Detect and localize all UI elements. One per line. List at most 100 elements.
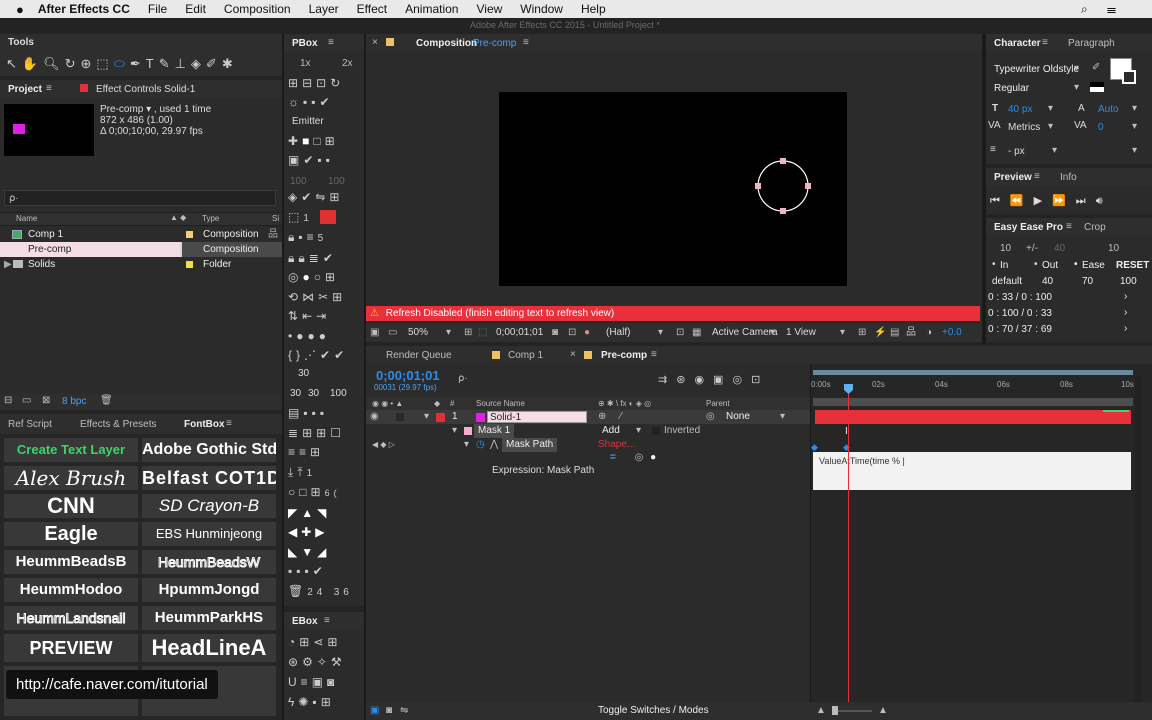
panel-menu-icon[interactable]: ≡ <box>328 37 334 48</box>
pan-behind-tool-icon[interactable]: ⬚ <box>96 56 113 71</box>
time-ruler[interactable]: 0:00s 02s 04s 06s 08s 10s <box>811 376 1151 398</box>
dots-icon[interactable]: ⋰ <box>304 348 320 362</box>
draft-3d-icon[interactable]: ⊛ <box>676 374 694 386</box>
graph-editor-icon[interactable]: ⊡ <box>751 374 769 386</box>
col-size-header[interactable]: Si <box>272 214 279 223</box>
check-icon[interactable]: ✔ <box>313 564 327 578</box>
expression-text-field[interactable]: ValueAtTime(time % | <box>813 452 1131 490</box>
toggle-pixel-icon[interactable]: ⊞ <box>858 324 866 342</box>
work-area-bar[interactable] <box>813 370 1133 375</box>
share-icon[interactable]: ⋖ <box>313 635 327 649</box>
scissors-icon[interactable]: ✂ <box>318 290 332 304</box>
lines-icon[interactable]: ≡ <box>301 675 312 689</box>
delete-icon[interactable]: 🗑︎ <box>100 395 113 406</box>
red-color-swatch[interactable] <box>320 210 337 225</box>
panel-menu-icon[interactable]: ≡ <box>226 418 232 429</box>
frame-blending-icon[interactable]: ▣ <box>713 374 732 386</box>
composition-mini-flowchart-icon[interactable]: ⇉ <box>658 374 676 386</box>
ellipse-tool-icon[interactable]: ⬭ <box>114 56 130 71</box>
ease-preset-row[interactable]: 0 : 100 / 0 : 33 <box>988 308 1052 319</box>
parent-pickwhip-icon[interactable]: ◎ <box>706 410 715 424</box>
motion-blur-icon[interactable]: ◎ <box>732 374 751 386</box>
frame-icon[interactable]: ⬚ <box>288 210 303 224</box>
timeline-scrollbar[interactable] <box>1135 376 1141 706</box>
zoom-out-icon[interactable]: ▲ <box>816 702 826 720</box>
font-tile[interactable]: Alex Brush <box>4 466 138 490</box>
clock-icon[interactable]: ◔ <box>288 635 299 649</box>
link-icon[interactable]: ⊡ <box>316 76 330 90</box>
transparency-grid-icon[interactable]: ▦ <box>692 324 701 342</box>
font-tile[interactable]: Belfast COT1D <box>142 466 276 490</box>
zoom-in-icon[interactable]: ▲ <box>878 702 888 720</box>
expand-arrow-icon[interactable]: ▾ <box>452 424 457 438</box>
lock-icon[interactable]: 🔒︎ <box>298 251 308 265</box>
panel-menu-icon[interactable]: ≡ <box>1034 171 1040 182</box>
dot-icon[interactable]: ▪ <box>298 230 306 244</box>
check-icon[interactable]: ✔ <box>301 190 315 204</box>
label-color-swatch[interactable] <box>436 413 445 422</box>
expression-equals-icon[interactable]: = <box>610 452 616 463</box>
in-radio[interactable]: • <box>992 259 996 270</box>
dot-icon[interactable]: ▪ <box>311 95 319 109</box>
menu-help[interactable]: Help <box>581 2 606 16</box>
font-tile[interactable]: EBS Hunminjeong <box>142 522 276 546</box>
value-30[interactable]: 30 <box>298 368 309 379</box>
dot-icon[interactable]: • <box>288 329 296 343</box>
region-of-interest-icon[interactable]: ⊡ <box>676 324 684 342</box>
tool-icon[interactable]: ⚒ <box>331 655 346 669</box>
gear-icon[interactable]: ⚙ <box>302 655 317 669</box>
current-time-display[interactable]: 0;00;01;01 <box>496 324 543 342</box>
lock-icon[interactable]: 🔒︎ <box>288 251 298 265</box>
white-box-icon[interactable]: ■ <box>302 134 313 148</box>
grid-icon[interactable]: ⊞ <box>321 695 335 709</box>
exposure-icon[interactable]: ◑ <box>926 324 932 342</box>
apple-menu[interactable]: ● <box>16 2 24 17</box>
font-tile[interactable]: HeummBeadsB <box>4 550 138 574</box>
arrow-se-icon[interactable]: ◢ <box>317 545 330 559</box>
flowchart-icon[interactable]: 品 <box>268 227 278 242</box>
swap-icon[interactable]: ⇅ <box>288 309 302 323</box>
arrow-up-icon[interactable]: ▲ <box>301 506 317 520</box>
layers-icon[interactable]: ◈ <box>288 190 301 204</box>
next-frame-icon[interactable]: ⏩ <box>1052 195 1076 207</box>
tab-effects-presets[interactable]: Effects & Presets <box>80 419 157 430</box>
value-30[interactable]: 30 <box>308 388 319 399</box>
ease-radio[interactable]: • <box>1074 259 1078 270</box>
leading-value[interactable]: Auto <box>1098 104 1119 115</box>
interpret-footage-icon[interactable]: ⊟ <box>4 395 12 406</box>
font-tile[interactable]: HeadLineA <box>142 634 276 662</box>
tab-preview[interactable]: Preview <box>994 172 1032 183</box>
tracking-value[interactable]: 0 <box>1098 122 1104 133</box>
lines-icon[interactable]: ≡ <box>299 445 310 459</box>
dot-icon[interactable]: ▪ <box>312 406 320 420</box>
play-icon[interactable]: ▶ <box>1034 195 1052 207</box>
channel-icon[interactable]: ● <box>584 324 590 342</box>
layers-icon[interactable]: ▤ <box>288 406 303 420</box>
bpc-button[interactable]: 8 bpc <box>62 396 86 407</box>
layer-name-field[interactable]: Solid-1 <box>487 411 587 423</box>
download-icon[interactable]: ⤓ <box>288 465 297 479</box>
arrow-right-icon[interactable]: ▶ <box>315 525 328 539</box>
lines-icon[interactable]: ≡ <box>307 230 318 244</box>
plus-icon[interactable]: ✚ <box>288 134 302 148</box>
grid-icon[interactable]: ⊞ <box>327 635 341 649</box>
value-100[interactable]: 100 <box>330 388 347 399</box>
timeline-current-time[interactable]: 0;00;01;01 <box>376 368 440 383</box>
circle-outline-icon[interactable]: ○ <box>288 485 299 499</box>
arrow-nw-icon[interactable]: ◤ <box>288 506 301 520</box>
type-tool-icon[interactable]: T <box>146 56 159 71</box>
swatch-black-white-icon[interactable] <box>1090 82 1104 92</box>
link-icon[interactable]: ⇋ <box>315 190 329 204</box>
range-value[interactable]: 40 <box>1054 243 1065 254</box>
preset-value[interactable]: 100 <box>1120 276 1137 287</box>
toggle-switches-modes[interactable]: Toggle Switches / Modes <box>598 702 709 720</box>
panel-menu-icon[interactable]: ≡ <box>324 615 330 626</box>
refresh-icon[interactable]: ↻ <box>330 76 344 90</box>
magnification-dropdown[interactable]: 50% <box>408 324 428 342</box>
search-icon[interactable]: ⍴· <box>458 373 468 384</box>
font-tile[interactable]: HeummLandsnail <box>4 606 138 630</box>
expression-pickwhip-icon[interactable]: ◎ <box>635 452 644 463</box>
check-icon[interactable]: ✔ <box>320 348 334 362</box>
eraser-tool-icon[interactable]: ◈ <box>191 56 206 71</box>
list-icon[interactable]: ≣ <box>288 426 302 440</box>
